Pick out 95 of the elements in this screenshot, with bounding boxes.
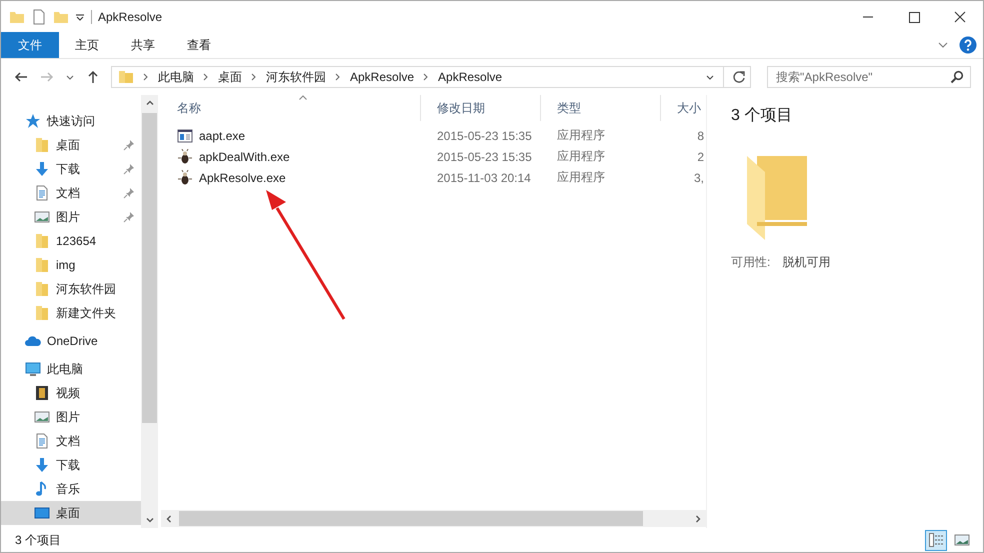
table-cell-text: 3,: [692, 170, 705, 184]
breadcrumb[interactable]: ApkResolve: [350, 70, 414, 84]
column-header[interactable]: 大小: [661, 95, 706, 121]
status-text: 3 个项目: [15, 532, 62, 548]
sidebar-item[interactable]: 河东软件园: [1, 277, 141, 301]
sidebar-item[interactable]: 此电脑: [1, 357, 141, 381]
sidebar-item[interactable]: 图片: [1, 205, 141, 229]
folder-icon: [34, 137, 50, 153]
ribbon-tab[interactable]: 主页: [59, 32, 115, 58]
table-cell-text: 应用程序: [556, 127, 606, 144]
document-icon: [34, 185, 50, 201]
image-icon: [954, 532, 970, 548]
sidebar-item[interactable]: OneDrive: [1, 329, 141, 353]
down-arrow-icon: [34, 161, 50, 177]
document-icon[interactable]: [31, 8, 47, 24]
chevron-down-icon[interactable]: [146, 516, 154, 524]
availability-label: 可用性:: [731, 254, 770, 271]
table-cell-text: 2015-05-23 15:35: [436, 128, 533, 142]
chevron-right-icon[interactable]: [202, 73, 210, 81]
window-title: ApkResolve: [98, 10, 162, 24]
chevron-right-icon[interactable]: [334, 73, 342, 81]
sidebar-item[interactable]: 快速访问: [1, 109, 141, 133]
sidebar-item[interactable]: 视频: [1, 381, 141, 405]
image-icon: [34, 209, 50, 225]
folder-icon: [34, 257, 50, 273]
table-cell-text: 应用程序: [556, 148, 606, 165]
monitor-icon: [34, 505, 50, 521]
folder-icon: [747, 156, 807, 240]
dropdown-icon[interactable]: [75, 12, 85, 22]
column-header[interactable]: 修改日期: [421, 95, 541, 121]
down-arrow-icon: [34, 457, 50, 473]
chevron-up-icon[interactable]: [146, 99, 154, 107]
breadcrumb[interactable]: 此电脑: [158, 68, 194, 86]
column-header[interactable]: 类型: [541, 95, 661, 121]
chevron-left-icon[interactable]: [165, 514, 173, 522]
availability-value: 脱机可用: [782, 254, 830, 271]
ribbon-tab[interactable]: 查看: [171, 32, 227, 58]
table-cell-text: 2015-11-03 20:14: [436, 170, 532, 184]
vertical-scrollbar[interactable]: [141, 95, 158, 528]
star-icon: [25, 113, 41, 129]
search-icon: [950, 70, 964, 84]
sidebar-item[interactable]: 文档: [1, 429, 141, 453]
breadcrumb[interactable]: 桌面: [218, 68, 242, 86]
refresh-icon[interactable]: [732, 70, 746, 84]
horizontal-scrollbar[interactable]: [161, 510, 706, 527]
breadcrumb[interactable]: 河东软件园: [266, 68, 326, 86]
pin-icon[interactable]: [123, 211, 135, 223]
pin-icon[interactable]: [123, 163, 135, 175]
chevron-right-icon[interactable]: [422, 73, 430, 81]
sidebar-item[interactable]: 下载: [1, 453, 141, 477]
sidebar-item[interactable]: 新建文件夹: [1, 301, 141, 325]
sidebar-item[interactable]: 图片: [1, 405, 141, 429]
column-header[interactable]: 名称: [161, 95, 421, 121]
sidebar-item[interactable]: 桌面: [1, 133, 141, 157]
details-view-icon: [928, 532, 944, 548]
pin-icon[interactable]: [123, 139, 135, 151]
image-icon: [34, 409, 50, 425]
chevron-right-icon[interactable]: [694, 514, 702, 522]
bug-icon: [177, 148, 193, 164]
folder-icon: [118, 69, 134, 85]
bug-icon: [177, 170, 193, 186]
chevron-right-icon[interactable]: [142, 73, 150, 81]
breadcrumb[interactable]: ApkResolve: [438, 70, 502, 84]
help-icon[interactable]: [959, 36, 977, 54]
pin-icon[interactable]: [123, 187, 135, 199]
folder-icon: [34, 305, 50, 321]
sort-up-icon: [299, 95, 307, 100]
sidebar-item[interactable]: 桌面: [1, 501, 141, 525]
film-icon: [34, 385, 50, 401]
search-field[interactable]: 搜索"ApkResolve": [767, 66, 971, 88]
table-cell-text: 2015-05-23 15:35: [436, 150, 533, 164]
sidebar-item[interactable]: 文档: [1, 181, 141, 205]
ribbon-tab[interactable]: 共享: [115, 32, 171, 58]
document-icon: [34, 433, 50, 449]
sidebar-item[interactable]: img: [1, 253, 141, 277]
address-bar[interactable]: 此电脑 桌面 河东软件园 ApkResolve ApkResolve: [111, 66, 751, 88]
chevron-right-icon[interactable]: [250, 73, 258, 81]
scrollbar-thumb[interactable]: [179, 511, 643, 526]
application-window-icon: [177, 128, 193, 144]
view-button[interactable]: [925, 530, 947, 550]
sidebar-item[interactable]: 123654: [1, 229, 141, 253]
ribbon-tab[interactable]: 文件: [1, 32, 59, 58]
table-cell-text: 2: [696, 150, 705, 164]
folder-icon: [34, 233, 50, 249]
monitor-icon: [25, 361, 41, 377]
folder-icon: [34, 281, 50, 297]
scrollbar-thumb[interactable]: [142, 113, 157, 423]
file-name[interactable]: aapt.exe: [199, 128, 246, 142]
file-name[interactable]: ApkResolve.exe: [199, 170, 286, 184]
file-name[interactable]: apkDealWith.exe: [199, 150, 290, 164]
table-cell-text: 应用程序: [556, 169, 606, 186]
details-title: 3 个项目: [731, 106, 794, 126]
sidebar-item[interactable]: 下载: [1, 157, 141, 181]
sidebar-item[interactable]: 音乐: [1, 477, 141, 501]
table-cell-text: 8: [696, 128, 705, 142]
